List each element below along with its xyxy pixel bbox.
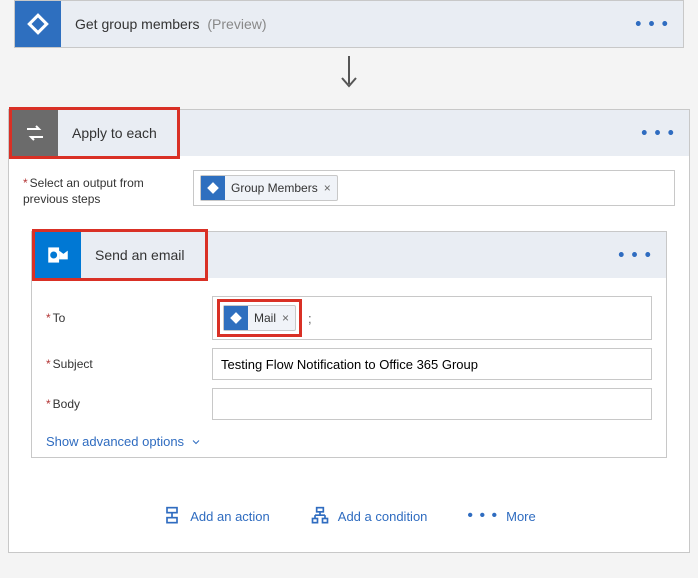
azure-ad-icon: [15, 1, 61, 47]
apply-to-each-card: Apply to each • • • *Select an output fr…: [8, 109, 690, 553]
token-group-members[interactable]: Group Members ×: [200, 175, 338, 201]
apply-to-each-header[interactable]: Apply to each • • •: [9, 110, 689, 156]
select-output-label: *Select an output from previous steps: [23, 170, 181, 207]
add-condition-button[interactable]: Add a condition: [310, 506, 428, 526]
send-email-title: Send an email: [81, 232, 205, 278]
token-remove-icon[interactable]: ×: [324, 181, 331, 195]
to-row: *To Mail × ;: [46, 296, 652, 340]
body-label: *Body: [46, 397, 204, 411]
card-title-row: Get group members (Preview): [61, 16, 267, 32]
get-group-members-header[interactable]: Get group members (Preview) • • •: [15, 1, 683, 47]
apply-to-each-title: Apply to each: [58, 110, 177, 156]
send-email-body: *To Mail × ;: [32, 278, 666, 457]
apply-to-each-body: *Select an output from previous steps Gr…: [9, 156, 689, 552]
card-menu-icon[interactable]: • • •: [635, 14, 669, 35]
footer-actions: Add an action Add a condition • • • More: [23, 470, 675, 546]
get-group-members-title: Get group members: [75, 16, 200, 32]
send-email-header[interactable]: Send an email • • •: [32, 232, 666, 278]
token-remove-icon[interactable]: ×: [282, 311, 289, 325]
arrow-down-icon: [0, 48, 698, 109]
highlight-apply-to-each: Apply to each: [9, 107, 180, 159]
outlook-icon: [35, 232, 81, 278]
subject-input[interactable]: [212, 348, 652, 380]
add-action-icon: [162, 506, 182, 526]
select-output-row: *Select an output from previous steps Gr…: [23, 170, 675, 207]
to-label: *To: [46, 311, 204, 325]
body-row: *Body: [46, 388, 652, 420]
add-condition-icon: [310, 506, 330, 526]
chevron-down-icon: [190, 436, 202, 448]
azure-ad-token-icon: [201, 176, 225, 200]
azure-ad-token-icon: [224, 306, 248, 330]
show-advanced-options-link[interactable]: Show advanced options: [46, 434, 202, 449]
to-field[interactable]: Mail × ;: [212, 296, 652, 340]
highlight-mail-token: Mail ×: [217, 299, 302, 337]
apply-to-each-menu-icon[interactable]: • • •: [641, 123, 675, 144]
select-output-field[interactable]: Group Members ×: [193, 170, 675, 206]
send-email-card: Send an email • • • *To Mail: [31, 231, 667, 458]
subject-row: *Subject: [46, 348, 652, 380]
token-mail[interactable]: Mail ×: [223, 305, 296, 331]
more-dots-icon: • • •: [467, 507, 498, 525]
send-email-menu-icon[interactable]: • • •: [618, 245, 652, 266]
more-button[interactable]: • • • More: [467, 507, 535, 525]
loop-icon: [12, 110, 58, 156]
get-group-members-card: Get group members (Preview) • • •: [14, 0, 684, 48]
body-input[interactable]: [212, 388, 652, 420]
subject-label: *Subject: [46, 357, 204, 371]
to-separator: ;: [308, 311, 312, 326]
add-action-button[interactable]: Add an action: [162, 506, 270, 526]
preview-tag: (Preview): [207, 16, 266, 32]
highlight-send-email: Send an email: [32, 229, 208, 281]
